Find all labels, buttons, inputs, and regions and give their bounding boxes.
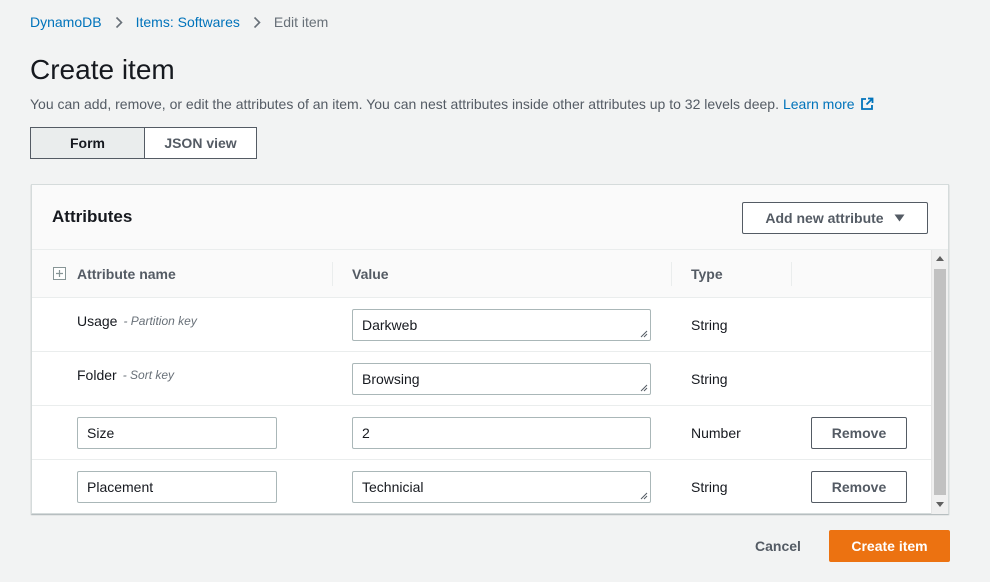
column-divider — [332, 262, 333, 286]
breadcrumb-dynamodb[interactable]: DynamoDB — [30, 14, 102, 30]
value-input[interactable]: Technicial — [352, 471, 651, 503]
value-input[interactable]: Browsing — [352, 363, 651, 395]
create-item-button[interactable]: Create item — [829, 530, 950, 562]
value-cell: Darkweb — [352, 298, 651, 352]
attribute-name-cell: Folder - Sort key — [77, 352, 174, 406]
table-row: Folder - Sort key Browsing String — [32, 352, 932, 406]
table-scrollbar[interactable] — [931, 250, 948, 514]
type-cell: String — [691, 371, 728, 387]
cancel-button[interactable]: Cancel — [740, 530, 816, 562]
column-header-name: Attribute name — [77, 266, 176, 282]
attribute-name-cell: Size — [77, 406, 277, 460]
create-item-page: DynamoDB Items: Softwares Edit item Crea… — [0, 0, 990, 582]
attribute-name-input[interactable]: Placement — [77, 471, 277, 503]
learn-more-link[interactable]: Learn more — [783, 96, 855, 112]
value-input[interactable]: Darkweb — [352, 309, 651, 341]
page-description: You can add, remove, or edit the attribu… — [30, 96, 874, 112]
remove-button[interactable]: Remove — [811, 471, 907, 503]
attribute-name-cell: Placement — [77, 460, 277, 514]
add-new-attribute-label: Add new attribute — [765, 210, 884, 226]
description-text: You can add, remove, or edit the attribu… — [30, 96, 779, 112]
remove-cell: Remove — [811, 460, 907, 514]
table-row: Size 2 Number Remove — [32, 406, 932, 460]
table-row: Usage - Partition key Darkweb String — [32, 298, 932, 352]
value-text: 2 — [362, 425, 370, 441]
view-toggle: Form JSON view — [30, 127, 257, 159]
attribute-name-text: Placement — [87, 479, 154, 495]
caret-down-icon — [894, 214, 905, 222]
resize-handle-icon[interactable] — [640, 330, 648, 338]
form-view-button[interactable]: Form — [30, 127, 145, 159]
type-cell: Number — [691, 425, 741, 441]
value-text: Technicial — [362, 479, 424, 495]
external-link-icon[interactable] — [860, 97, 874, 111]
attributes-title: Attributes — [52, 207, 133, 226]
column-divider — [671, 262, 672, 286]
breadcrumb: DynamoDB Items: Softwares Edit item — [30, 14, 328, 30]
chevron-right-icon — [115, 16, 123, 29]
attributes-header: Attributes Add new attribute — [32, 185, 948, 250]
key-hint: - Sort key — [122, 368, 175, 382]
remove-cell: Remove — [811, 406, 907, 460]
breadcrumb-edit-item: Edit item — [273, 14, 329, 30]
column-header-value: Value — [352, 266, 389, 282]
type-cell: String — [691, 317, 728, 333]
attribute-name-input[interactable]: Size — [77, 417, 277, 449]
value-text: Browsing — [362, 371, 420, 387]
value-input[interactable]: 2 — [352, 417, 651, 449]
value-text: Darkweb — [362, 317, 418, 333]
scroll-up-icon[interactable] — [936, 256, 944, 261]
value-cell: Technicial — [352, 460, 651, 514]
attribute-name-text: Size — [87, 425, 115, 441]
table-header-row: Attribute name Value Type — [32, 250, 932, 298]
column-divider — [791, 262, 792, 286]
chevron-right-icon — [253, 16, 261, 29]
key-hint: - Partition key — [123, 314, 197, 328]
resize-handle-icon[interactable] — [640, 492, 648, 500]
add-new-attribute-button[interactable]: Add new attribute — [742, 202, 928, 234]
page-title: Create item — [30, 54, 175, 85]
attributes-panel: Attributes Add new attribute Attribute n… — [31, 184, 949, 514]
json-view-button[interactable]: JSON view — [144, 127, 257, 159]
attribute-name: Usage — [77, 313, 118, 329]
value-cell: 2 — [352, 406, 651, 460]
attribute-name-cell: Usage - Partition key — [77, 298, 197, 352]
resize-handle-icon[interactable] — [640, 384, 648, 392]
breadcrumb-items-softwares[interactable]: Items: Softwares — [136, 14, 240, 30]
scrollbar-thumb[interactable] — [934, 269, 946, 495]
scroll-down-icon[interactable] — [936, 502, 944, 507]
attribute-name: Folder — [77, 367, 117, 383]
column-header-type: Type — [691, 266, 723, 282]
attributes-table: Attribute name Value Type Usage - Partit… — [32, 250, 932, 514]
remove-button[interactable]: Remove — [811, 417, 907, 449]
type-cell: String — [691, 479, 728, 495]
expand-square-icon[interactable] — [53, 267, 66, 280]
table-row: Placement Technicial String Remove — [32, 460, 932, 514]
value-cell: Browsing — [352, 352, 651, 406]
